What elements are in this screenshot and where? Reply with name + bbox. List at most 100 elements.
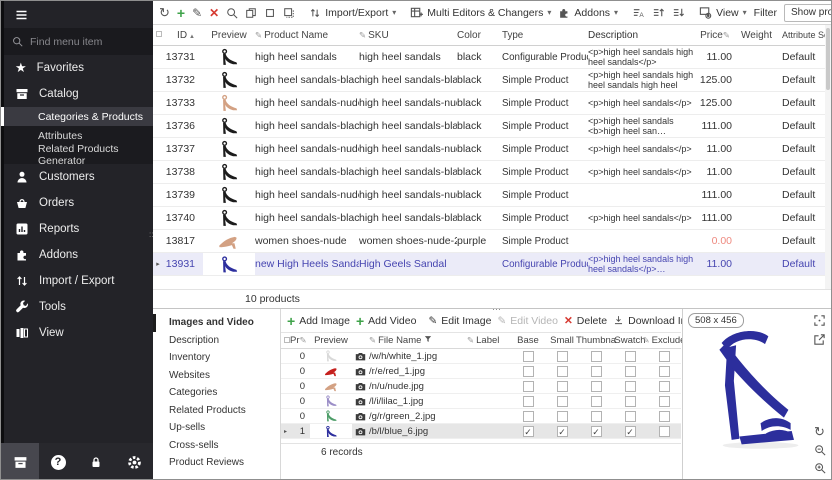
base-checkbox[interactable] <box>523 411 534 422</box>
swatch-checkbox[interactable] <box>625 351 636 362</box>
base-checkbox[interactable] <box>523 396 534 407</box>
lock-button[interactable] <box>77 443 115 480</box>
image-row[interactable]: 0 /n/u/nude.jpg <box>281 379 681 394</box>
sidebar-item-view[interactable]: View <box>4 320 153 346</box>
sidebar-item-import-export[interactable]: Import / Export <box>4 268 153 294</box>
vertical-scrollbar[interactable] <box>825 25 831 289</box>
exclude-checkbox[interactable] <box>659 396 670 407</box>
product-row[interactable]: 13736 high heel sandals-black-36high hee… <box>153 115 825 138</box>
edit-product-button[interactable]: ✎ <box>192 5 202 21</box>
select-all-icon[interactable] <box>156 31 162 37</box>
swatch-checkbox[interactable] <box>625 411 636 422</box>
tab-categories[interactable]: Categories <box>153 384 280 402</box>
swatch-checkbox[interactable]: ✓ <box>625 426 636 437</box>
column-header-id[interactable]: ID▲ <box>163 30 203 41</box>
tab-related-products[interactable]: Related Products <box>153 402 280 420</box>
tab-cross-sells[interactable]: Cross-sells <box>153 437 280 455</box>
swatch-checkbox[interactable] <box>625 366 636 377</box>
panel-splitter-handle[interactable]: :: <box>149 233 153 237</box>
scrollbar-thumb[interactable] <box>826 28 830 90</box>
menu-search-input[interactable] <box>30 36 130 48</box>
thumbnail-checkbox[interactable] <box>591 366 602 377</box>
image-row[interactable]: 0 /g/r/green_2.jpg <box>281 409 681 424</box>
column-header-preview[interactable]: Preview <box>310 333 352 348</box>
select-all-icon[interactable] <box>284 337 290 343</box>
product-row[interactable]: 13737 high heel sandals-nude-36high heel… <box>153 138 825 161</box>
thumbnail-checkbox[interactable] <box>591 411 602 422</box>
column-header-preview[interactable]: Preview <box>203 25 255 45</box>
sidebar-item-tools[interactable]: Tools <box>4 294 153 320</box>
add-product-button[interactable]: + <box>177 5 185 21</box>
sidebar-item-addons[interactable]: Addons <box>4 242 153 268</box>
product-row-selected[interactable]: ▸13931 new High Heels SandalsHigh Geels … <box>153 253 825 276</box>
column-header-color[interactable]: Color <box>457 30 502 41</box>
column-header-pr[interactable]: Pr✎ <box>290 335 310 346</box>
thumbnail-checkbox[interactable] <box>591 396 602 407</box>
tab-product-reviews[interactable]: Product Reviews <box>153 454 280 472</box>
column-header-base[interactable]: Base <box>511 335 545 346</box>
tab-images-and-video[interactable]: Images and Video <box>153 314 280 332</box>
select-button[interactable] <box>264 5 276 21</box>
add-image-button[interactable]: +Add Image <box>287 313 350 329</box>
zoom-out-button[interactable] <box>812 442 827 457</box>
base-checkbox[interactable] <box>523 381 534 392</box>
tab-description[interactable]: Description <box>153 332 280 350</box>
refresh-button[interactable]: ↻ <box>159 5 170 21</box>
thumbnail-checkbox[interactable] <box>591 381 602 392</box>
swatch-checkbox[interactable] <box>625 396 636 407</box>
rotate-button[interactable]: ↻ <box>812 424 827 439</box>
column-header-small[interactable]: Small <box>545 335 579 346</box>
multi-editors-menu[interactable]: Multi Editors & Changers▾ <box>410 6 551 19</box>
small-checkbox[interactable] <box>557 366 568 377</box>
sidebar-item-favorites[interactable]: ★ Favorites <box>4 55 153 81</box>
product-row[interactable]: 13817 women shoes-nudewomen shoes-nude-2… <box>153 230 825 253</box>
delete-product-button[interactable]: ✕ <box>209 5 219 21</box>
product-row[interactable]: 13731 high heel sandalshigh heel sandals… <box>153 46 825 69</box>
sort-ascending-button[interactable] <box>652 5 665 21</box>
exclude-checkbox[interactable] <box>659 351 670 362</box>
small-checkbox[interactable] <box>557 411 568 422</box>
thumbnail-checkbox[interactable] <box>591 351 602 362</box>
image-row[interactable]: 0 /r/e/red_1.jpg <box>281 364 681 379</box>
product-row[interactable]: 13733 high heel sandals-nudehigh heel sa… <box>153 92 825 115</box>
sidebar-item-categories-products[interactable]: Categories & Products <box>4 107 153 126</box>
sidebar-item-catalog[interactable]: Catalog <box>4 81 153 107</box>
copy-button[interactable] <box>245 5 257 21</box>
sidebar-item-orders[interactable]: Orders <box>4 190 153 216</box>
small-checkbox[interactable] <box>557 351 568 362</box>
addons-menu[interactable]: Addons▾ <box>558 7 618 19</box>
image-row[interactable]: 0 /w/h/white_1.jpg <box>281 349 681 364</box>
rename-attributes-button[interactable]: A <box>632 5 645 21</box>
column-header-weight[interactable]: Weight <box>732 30 772 41</box>
tab-websites[interactable]: Websites <box>153 367 280 385</box>
paste-special-button[interactable] <box>283 5 295 21</box>
tab-inventory[interactable]: Inventory <box>153 349 280 367</box>
column-header-attribute-set[interactable]: Attribute Set Name <box>772 30 825 40</box>
store-button[interactable] <box>1 443 39 480</box>
hamburger-menu-button[interactable] <box>4 1 153 28</box>
column-header-description[interactable]: Description <box>588 26 694 45</box>
tab-up-sells[interactable]: Up-sells <box>153 419 280 437</box>
sidebar-item-reports[interactable]: Reports <box>4 216 153 242</box>
edit-video-button[interactable]: ✎Edit Video <box>497 315 558 327</box>
column-header-product-name[interactable]: ✎Product Name <box>255 30 359 41</box>
column-header-file-name[interactable]: ✎File Name <box>369 335 467 346</box>
column-header-price[interactable]: Price✎ <box>694 30 732 41</box>
product-row[interactable]: 13738 high heel sandals-black-37high hee… <box>153 161 825 184</box>
view-menu[interactable]: View▾ <box>699 6 747 19</box>
sidebar-item-related-products-generator[interactable]: Related Products Generator <box>4 145 153 164</box>
column-header-thumbnail[interactable]: Thumbna <box>579 335 613 346</box>
small-checkbox[interactable] <box>557 396 568 407</box>
sort-descending-button[interactable] <box>672 5 685 21</box>
column-header-exclude[interactable]: ✎Exclude <box>647 335 681 346</box>
product-row[interactable]: 13732 high heel sandals-blackhigh heel s… <box>153 69 825 92</box>
small-checkbox[interactable] <box>557 381 568 392</box>
product-row[interactable]: 13740 high heel sandals-black-38high hee… <box>153 207 825 230</box>
edit-image-button[interactable]: ✎Edit Image <box>428 315 491 327</box>
small-checkbox[interactable]: ✓ <box>557 426 568 437</box>
search-button[interactable] <box>226 5 238 21</box>
exclude-checkbox[interactable] <box>659 426 670 437</box>
base-checkbox[interactable]: ✓ <box>523 426 534 437</box>
image-row-selected[interactable]: ▸1 /b/l/blue_6.jpg ✓ ✓ ✓ ✓ <box>281 424 681 439</box>
help-button[interactable]: ? <box>39 443 77 480</box>
